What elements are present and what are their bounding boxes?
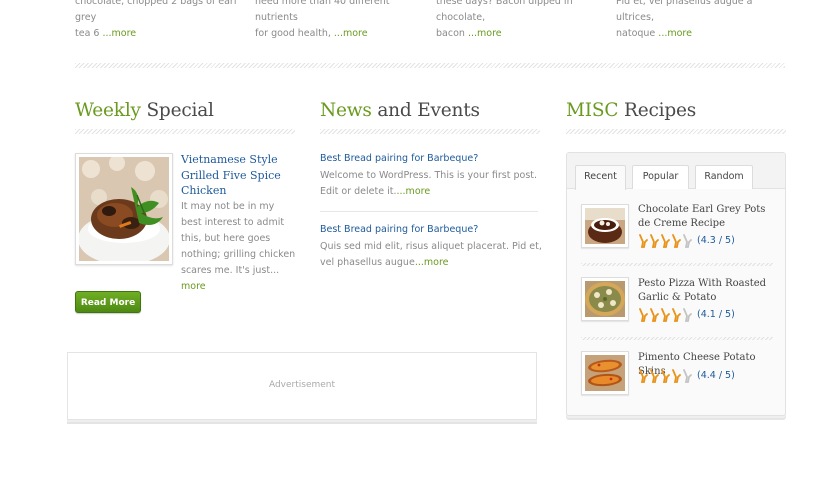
- news-divider: [320, 211, 538, 212]
- rating-star-empty-icon: [683, 369, 692, 383]
- more-link[interactable]: ...more: [468, 28, 502, 39]
- more-link[interactable]: ...more: [415, 257, 449, 268]
- rating-star-filled-icon: [661, 234, 670, 248]
- advertisement-label: Advertisement: [268, 380, 336, 390]
- rating-text: (4.4 / 5): [697, 370, 735, 381]
- heading-underline: [75, 129, 295, 134]
- rating-stars: [638, 369, 693, 383]
- snippet-text: bacon: [436, 28, 468, 39]
- weekly-special-heading: Weekly Special: [75, 100, 214, 121]
- snippet-text: chocolate, chopped 2 bags of earl grey: [75, 0, 237, 23]
- snippet-text: natoque: [616, 28, 659, 39]
- weekly-special-excerpt: It may not be in my best interest to adm…: [181, 201, 296, 292]
- rating-text: (4.3 / 5): [697, 235, 735, 246]
- snippet-4: Pid et, vel phasellus augue a ultrices, …: [616, 0, 788, 42]
- heading-underline: [320, 129, 540, 134]
- news-item-title[interactable]: Best Bread pairing for Barbeque?: [320, 153, 478, 164]
- rating-star-empty-icon: [683, 308, 692, 322]
- snippet-text: for good health,: [255, 28, 334, 39]
- more-link[interactable]: ...more: [334, 28, 368, 39]
- rating-star-filled-icon: [661, 308, 670, 322]
- tab-random[interactable]: Random: [695, 165, 753, 189]
- more-link[interactable]: ...more: [397, 186, 431, 197]
- rating-star-filled-icon: [650, 369, 659, 383]
- rating-stars: [638, 308, 693, 322]
- rating-star-filled-icon: [672, 369, 681, 383]
- weekly-special-title[interactable]: Vietnamese Style Grilled Five Spice Chic…: [181, 152, 281, 199]
- grilled-chicken-photo-icon: [79, 157, 169, 261]
- advertisement-box[interactable]: Advertisement: [67, 352, 537, 420]
- news-heading: News and Events: [320, 100, 480, 121]
- recipe-title[interactable]: Pesto Pizza With Roasted Garlic & Potato: [638, 277, 780, 304]
- rating-stars: [638, 234, 693, 248]
- rating-text: (4.1 / 5): [697, 309, 735, 320]
- recipe-thumbnail[interactable]: [581, 204, 629, 248]
- snippet-text: Pid et, vel phasellus augue a ultrices,: [616, 0, 753, 23]
- recipe-thumbnail[interactable]: [581, 351, 629, 395]
- news-item-excerpt: Quis sed mid elit, risus aliquet placera…: [320, 241, 542, 268]
- rating-star-filled-icon: [661, 369, 670, 383]
- tab-recent[interactable]: Recent: [575, 165, 626, 190]
- rating-star-empty-icon: [683, 234, 692, 248]
- tab-popular[interactable]: Popular: [632, 165, 689, 189]
- rating-star-filled-icon: [672, 234, 681, 248]
- recipe-divider: [581, 337, 773, 340]
- heading-underline: [566, 129, 786, 134]
- recipe-title[interactable]: Chocolate Earl Grey Pots de Creme Recipe: [638, 203, 780, 230]
- potato-skins-photo-icon: [585, 355, 625, 391]
- news-item-title[interactable]: Best Bread pairing for Barbeque?: [320, 224, 478, 235]
- snippet-text: tea 6: [75, 28, 103, 39]
- chocolate-pot-photo-icon: [585, 208, 625, 244]
- snippet-text: need more than 40 different nutrients: [255, 0, 390, 23]
- more-link[interactable]: ...more: [102, 28, 136, 39]
- more-link[interactable]: ...more: [658, 28, 692, 39]
- rating-star-filled-icon: [639, 369, 648, 383]
- more-link[interactable]: more: [181, 281, 206, 292]
- snippet-3: these days? Bacon dipped in chocolate, b…: [436, 0, 608, 42]
- rating-star-filled-icon: [650, 234, 659, 248]
- news-item-excerpt: Welcome to WordPress. This is your first…: [320, 170, 538, 197]
- misc-recipes-widget: Recent Popular Random Chocolate Earl Gre…: [566, 152, 786, 416]
- pesto-pizza-photo-icon: [585, 281, 625, 317]
- weekly-special-image[interactable]: [75, 153, 173, 265]
- rating-star-filled-icon: [639, 308, 648, 322]
- snippet-2: need more than 40 different nutrients fo…: [255, 0, 427, 42]
- misc-recipes-heading: MISC Recipes: [566, 100, 697, 121]
- snippet-1: chocolate, chopped 2 bags of earl grey t…: [75, 0, 247, 42]
- recipe-thumbnail[interactable]: [581, 277, 629, 321]
- read-more-button[interactable]: Read More: [75, 291, 141, 313]
- section-divider: [75, 63, 785, 68]
- recipe-divider: [581, 263, 773, 266]
- rating-star-filled-icon: [639, 234, 648, 248]
- rating-star-filled-icon: [650, 308, 659, 322]
- snippet-text: these days? Bacon dipped in chocolate,: [436, 0, 573, 23]
- rating-star-filled-icon: [672, 308, 681, 322]
